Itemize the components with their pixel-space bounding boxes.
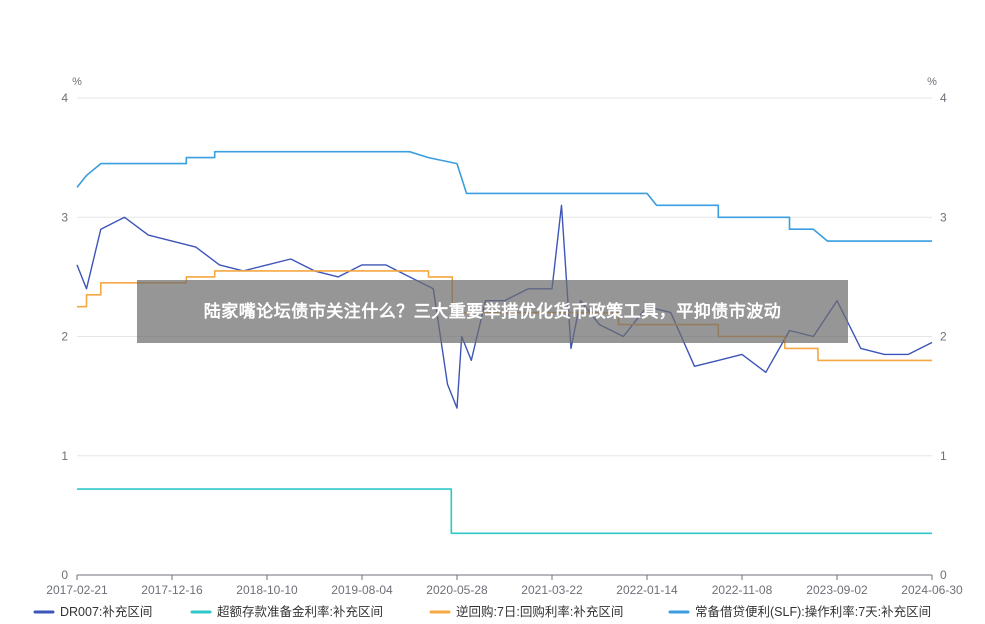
headline-overlay: 陆家嘴论坛债市关注什么？三大重要举措优化货币政策工具，平抑债市波动 [137, 280, 848, 343]
x-tick-label: 2021-03-22 [521, 583, 583, 597]
headline-text: 陆家嘴论坛债市关注什么？三大重要举措优化货币政策工具，平抑债市波动 [203, 301, 782, 322]
y-tick-label-right: 4 [940, 91, 947, 105]
x-tick-label: 2019-08-04 [331, 583, 393, 597]
y-unit-left: % [72, 76, 82, 88]
x-tick-label: 2023-09-02 [806, 583, 868, 597]
x-tick-label: 2022-01-14 [616, 583, 678, 597]
y-tick-label-left: 3 [61, 210, 68, 224]
x-tick-label: 2017-12-16 [141, 583, 203, 597]
series-line-2 [77, 488, 932, 535]
x-tick-label: 2022-11-08 [712, 583, 773, 597]
legend: DR007:补充区间 超额存款准备金利率:补充区间 逆回购:7日:回购利率:补充区间… [33, 604, 931, 619]
legend-label: 常备借贷便利(SLF):操作利率:7天:补充区间 [695, 604, 931, 619]
x-tick-label: 2017-02-21 [46, 583, 108, 597]
y-tick-label-right: 0 [940, 568, 947, 582]
y-tick-label-left: 4 [61, 91, 68, 105]
x-tick-label: 2024-06-30 [901, 583, 963, 597]
x-axis: 2017-02-21 2017-12-16 2018-10-10 2019-08-04… [46, 575, 963, 597]
y-unit-right: % [927, 76, 937, 88]
legend-label: 超额存款准备金利率:补充区间 [217, 604, 383, 619]
x-tick-label: 2020-05-28 [426, 583, 488, 597]
y-tick-label-right: 2 [940, 330, 947, 344]
series-line-4 [76, 150, 932, 242]
x-tick-label: 2018-10-10 [236, 583, 298, 597]
y-tick-label-right: 1 [940, 449, 947, 463]
legend-label: DR007:补充区间 [60, 604, 152, 619]
y-tick-label-right: 3 [940, 210, 947, 224]
legend-label: 逆回购:7日:回购利率:补充区间 [456, 604, 623, 619]
y-axis-left: 0 1 2 3 4 [61, 91, 68, 582]
y-tick-label-left: 0 [61, 568, 68, 582]
y-tick-label-left: 1 [61, 449, 68, 463]
y-axis-right: 0 1 2 3 4 [940, 91, 947, 582]
y-tick-label-left: 2 [61, 330, 68, 344]
